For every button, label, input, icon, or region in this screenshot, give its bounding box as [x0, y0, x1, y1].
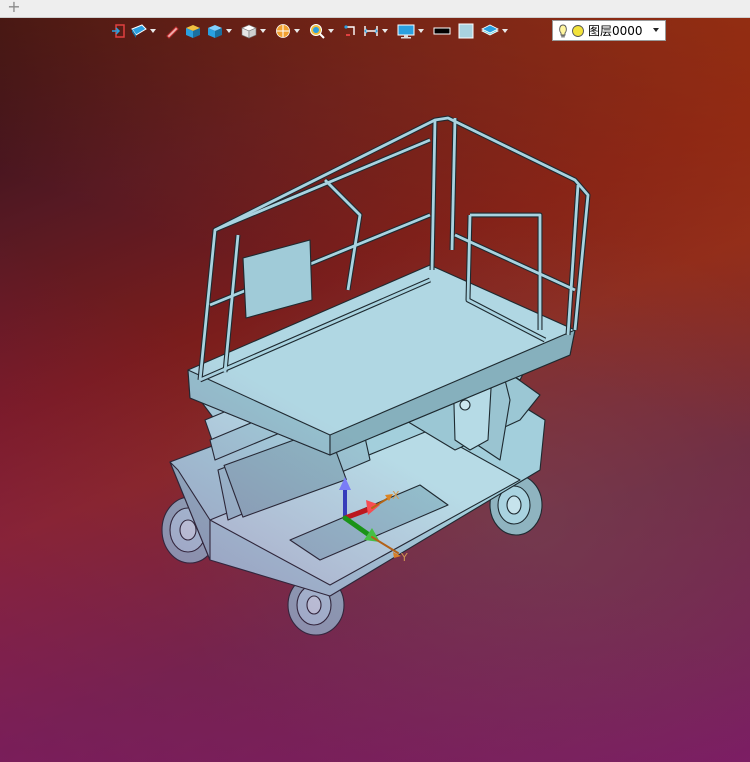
- view-toolbar: [108, 19, 514, 43]
- wheel-front-left: [161, 496, 219, 564]
- exit-sketch-icon: [112, 24, 125, 38]
- view-rotate-icon: [344, 25, 355, 36]
- layer-select[interactable]: 图层0000: [552, 20, 666, 41]
- box-blue-icon: [208, 25, 222, 38]
- chevron-down-icon: [502, 29, 508, 33]
- add-tab-button[interactable]: +: [7, 0, 21, 16]
- layers-button[interactable]: [478, 20, 514, 42]
- layer-select-value: 图层0000: [588, 24, 643, 38]
- triad-y-label: Y: [400, 551, 408, 564]
- view-style-button[interactable]: [128, 20, 162, 42]
- line-color-icon: [433, 27, 451, 35]
- fill-color-button[interactable]: [454, 20, 478, 42]
- wheel-rear-right: [489, 474, 543, 536]
- chevron-down-icon: [418, 29, 424, 33]
- chevron-down-icon: [382, 29, 388, 33]
- display-settings-button[interactable]: [394, 20, 430, 42]
- tab-bar: +: [0, 0, 750, 18]
- fill-color-icon: [458, 23, 474, 39]
- chevron-down-icon: [653, 28, 659, 32]
- line-color-button[interactable]: [430, 20, 454, 42]
- guard-rail-outline: [197, 115, 591, 383]
- 3d-viewport[interactable]: X Y 图层0000: [0, 18, 750, 762]
- wheel-front-right: [354, 396, 416, 468]
- chevron-down-icon: [226, 29, 232, 33]
- layers-icon: [481, 24, 499, 36]
- section-view-button[interactable]: [272, 20, 306, 42]
- measure-button[interactable]: [360, 20, 394, 42]
- zoom-view-icon: [310, 24, 325, 39]
- view-style-icon: [131, 24, 147, 38]
- chevron-down-icon: [260, 29, 266, 33]
- sketch-pencil-button[interactable]: [162, 20, 182, 42]
- layer-color-dot-icon: [572, 24, 584, 37]
- chevron-down-icon: [294, 29, 300, 33]
- pencil-icon: [166, 26, 179, 39]
- cube-white-icon: [241, 24, 257, 39]
- chevron-down-icon: [328, 29, 334, 33]
- section-view-icon: [276, 24, 290, 38]
- standard-view-button[interactable]: [238, 20, 272, 42]
- chevron-down-icon: [150, 29, 156, 33]
- measure-icon: [364, 26, 378, 36]
- view-rotate-button[interactable]: [340, 20, 360, 42]
- wheel-rear-left: [287, 574, 345, 636]
- zoom-view-button[interactable]: [306, 20, 340, 42]
- coordinate-triad: [339, 477, 401, 558]
- solid-box-button[interactable]: [204, 20, 238, 42]
- scissor-lift-model[interactable]: X Y: [0, 18, 750, 762]
- display-monitor-icon: [397, 24, 415, 39]
- lightbulb-icon: [559, 24, 567, 37]
- box-shaded-icon: [186, 25, 200, 38]
- triad-x-label: X: [392, 489, 400, 502]
- shaded-box-button[interactable]: [182, 20, 204, 42]
- exit-sketch-button[interactable]: [108, 20, 128, 42]
